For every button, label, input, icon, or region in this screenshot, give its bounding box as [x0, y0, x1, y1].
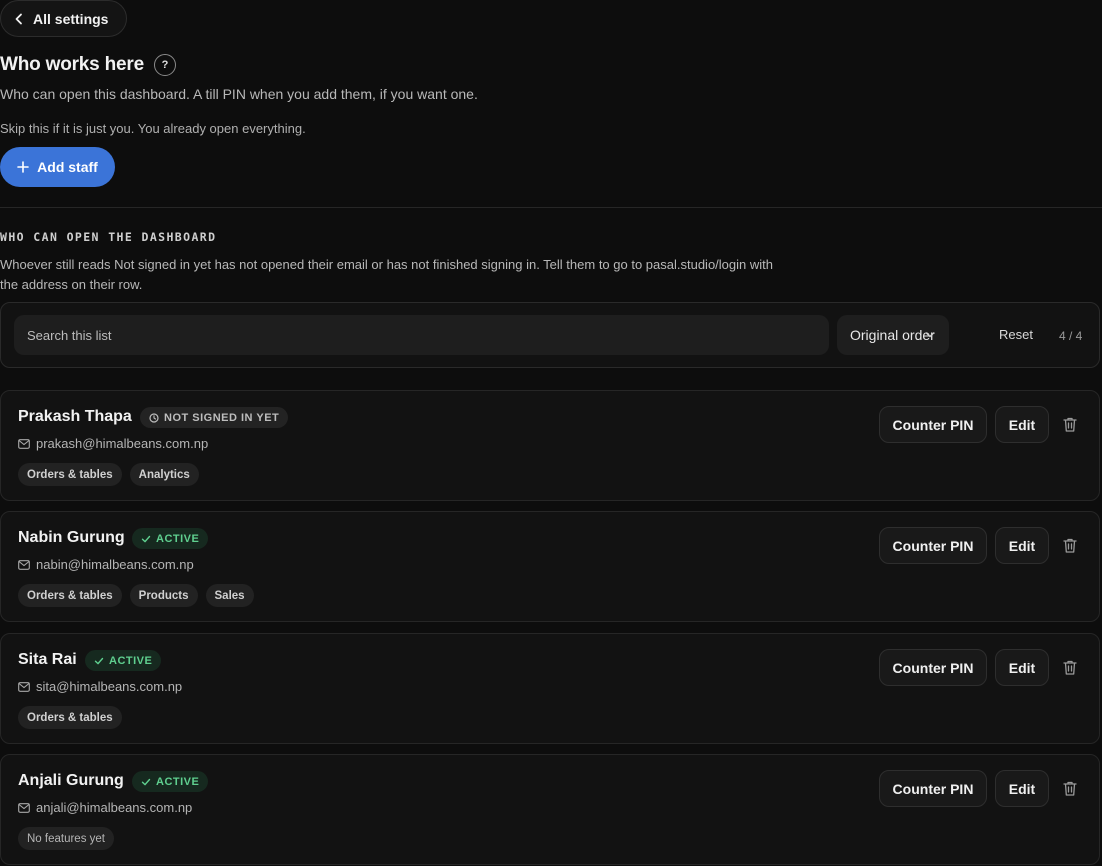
status-text: ACTIVE — [156, 532, 200, 545]
back-to-all-settings-button[interactable]: All settings — [0, 0, 128, 37]
edit-button[interactable]: Edit — [995, 527, 1049, 564]
feature-tag: Sales — [205, 584, 254, 607]
status-badge: NOT SIGNED IN YET — [140, 407, 289, 428]
staff-card: Sita Rai ACTIVE sita@himalbeans.com.np O… — [0, 633, 1100, 744]
email-text: nabin@himalbeans.com.np — [36, 557, 194, 572]
page-title: Who works here — [0, 54, 144, 75]
section-heading: WHO CAN OPEN THE DASHBOARD — [0, 230, 217, 244]
list-toolbar: Original order Reset 4 / 4 — [0, 302, 1100, 368]
staff-email: nabin@himalbeans.com.np — [18, 557, 194, 572]
staff-card: Prakash Thapa NOT SIGNED IN YET prakash@… — [0, 390, 1100, 501]
status-badge: ACTIVE — [132, 771, 209, 792]
search-input[interactable] — [14, 315, 829, 355]
plus-icon — [17, 161, 29, 173]
trash-icon[interactable] — [1062, 659, 1078, 676]
staff-card: Anjali Gurung ACTIVE anjali@himalbeans.c… — [0, 754, 1100, 865]
check-icon — [94, 657, 104, 664]
section-divider — [0, 207, 1102, 208]
trash-icon[interactable] — [1062, 537, 1078, 554]
feature-tag: Products — [129, 584, 198, 607]
back-label: All settings — [33, 10, 109, 27]
mail-icon — [18, 802, 30, 813]
add-staff-button[interactable]: Add staff — [0, 147, 115, 187]
status-text: ACTIVE — [109, 654, 153, 667]
counter-pin-button[interactable]: Counter PIN — [879, 527, 987, 564]
mail-icon — [18, 559, 30, 570]
edit-button[interactable]: Edit — [995, 770, 1049, 807]
status-text: ACTIVE — [156, 775, 200, 788]
feature-tag: Analytics — [129, 463, 199, 486]
help-icon[interactable]: ? — [153, 54, 176, 76]
feature-tag: No features yet — [18, 827, 114, 850]
status-text: NOT SIGNED IN YET — [164, 411, 280, 424]
clock-icon — [149, 412, 159, 423]
chevron-down-icon — [925, 332, 935, 338]
staff-email: anjali@himalbeans.com.np — [18, 800, 192, 815]
feature-tags: Orders & tables Analytics — [18, 463, 199, 486]
edit-button[interactable]: Edit — [995, 649, 1049, 686]
counter-pin-button[interactable]: Counter PIN — [879, 770, 987, 807]
trash-icon[interactable] — [1062, 780, 1078, 797]
staff-card: Nabin Gurung ACTIVE nabin@himalbeans.com… — [0, 511, 1100, 622]
staff-name: Prakash Thapa — [18, 408, 132, 425]
status-badge: ACTIVE — [132, 528, 209, 549]
counter-pin-button[interactable]: Counter PIN — [879, 649, 987, 686]
skip-note: Skip this if it is just you. You already… — [0, 121, 306, 136]
mail-icon — [18, 681, 30, 692]
feature-tag: Orders & tables — [18, 584, 122, 607]
staff-name: Nabin Gurung — [18, 529, 125, 546]
chevron-left-icon — [15, 13, 22, 24]
feature-tags: Orders & tables — [18, 706, 122, 729]
page-subtitle: Who can open this dashboard. A till PIN … — [0, 86, 478, 102]
feature-tag: Orders & tables — [18, 463, 122, 486]
counter-pin-button[interactable]: Counter PIN — [879, 406, 987, 443]
staff-name: Sita Rai — [18, 651, 77, 668]
email-text: sita@himalbeans.com.np — [36, 679, 183, 694]
email-text: prakash@himalbeans.com.np — [36, 436, 209, 451]
add-staff-label: Add staff — [37, 159, 98, 175]
status-badge: ACTIVE — [85, 650, 162, 671]
mail-icon — [18, 438, 30, 449]
sort-select[interactable]: Original order — [837, 315, 949, 355]
trash-icon[interactable] — [1062, 416, 1078, 433]
feature-tags: Orders & tables Products Sales — [18, 584, 254, 607]
sort-value: Original order — [850, 327, 935, 343]
check-icon — [141, 535, 151, 542]
title-row: Who works here ? — [0, 54, 176, 76]
result-count: 4 / 4 — [1059, 329, 1083, 343]
staff-email: sita@himalbeans.com.np — [18, 679, 182, 694]
section-description: Whoever still reads Not signed in yet ha… — [0, 257, 773, 292]
feature-tag: Orders & tables — [18, 706, 122, 729]
feature-tags: No features yet — [18, 827, 114, 850]
check-icon — [141, 778, 151, 785]
staff-email: prakash@himalbeans.com.np — [18, 436, 208, 451]
staff-name: Anjali Gurung — [18, 772, 124, 789]
edit-button[interactable]: Edit — [995, 406, 1049, 443]
email-text: anjali@himalbeans.com.np — [36, 800, 193, 815]
reset-button[interactable]: Reset — [999, 327, 1033, 342]
